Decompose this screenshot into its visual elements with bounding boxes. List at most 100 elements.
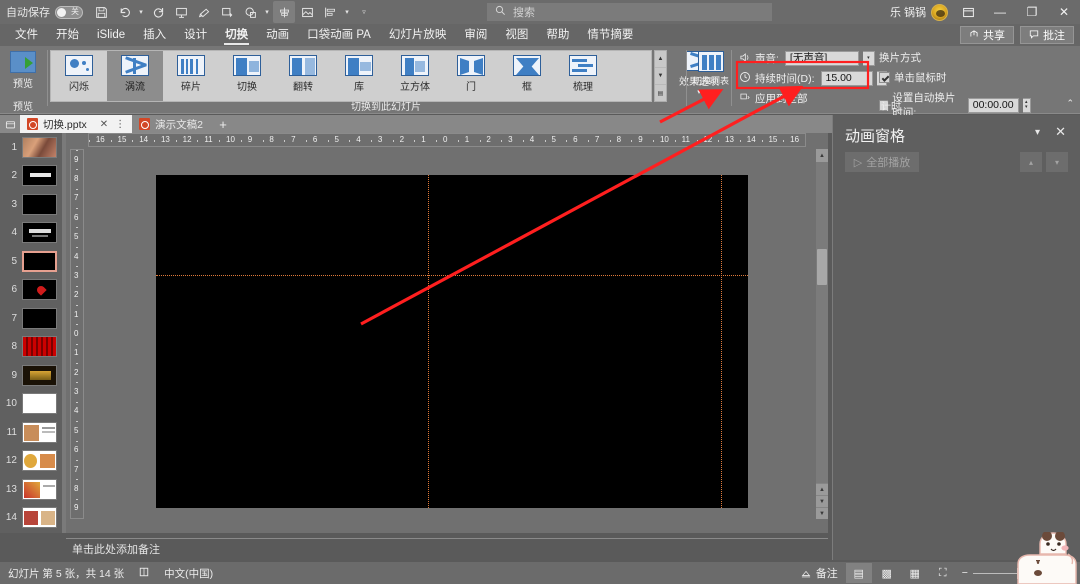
thumbnail-image[interactable] [22, 393, 57, 414]
thumbnail-image[interactable] [22, 251, 57, 272]
format-painter-icon[interactable] [193, 1, 215, 23]
slideshow-button[interactable]: ⛶ [930, 563, 956, 583]
horizontal-guide[interactable] [156, 275, 748, 276]
undo-dropdown-icon[interactable]: ▾ [136, 1, 146, 23]
slide-sorter-button[interactable]: ▩ [874, 563, 900, 583]
doc-tab-active[interactable]: 切换.pptx ✕ ⋮ [20, 115, 132, 133]
tab-islide[interactable]: iSlide [88, 24, 134, 46]
more-commands-icon[interactable]: ▿ [359, 1, 369, 23]
slide-canvas[interactable] [156, 175, 748, 508]
editor-vertical-scrollbar[interactable]: ▲ ▲ ▼ ▼ [816, 149, 828, 519]
export-image-icon[interactable] [216, 1, 238, 23]
account-button[interactable]: 乐 锅锅 [890, 4, 948, 21]
thumbnail-image[interactable] [22, 450, 57, 471]
tab-home-icon[interactable] [0, 115, 20, 133]
tab-storyboard[interactable]: 情节摘要 [578, 24, 642, 46]
move-up-icon[interactable]: ▴ [1020, 152, 1042, 172]
vertical-guide-center[interactable] [428, 175, 429, 508]
comment-button[interactable]: 批注 [1020, 26, 1074, 44]
animation-pane-dropdown-icon[interactable]: ▾ [1035, 127, 1040, 138]
notes-placeholder[interactable]: 单击此处添加备注 [66, 538, 828, 560]
thumbnail-image[interactable] [22, 365, 57, 386]
thumbnail-item[interactable]: 9 [0, 361, 62, 390]
scrollbar-thumb[interactable] [817, 249, 827, 285]
previous-slide-icon[interactable]: ▲ [816, 483, 828, 495]
auto-after-spinner[interactable]: ▴▾ [1023, 98, 1031, 113]
align-center-icon[interactable] [273, 1, 295, 23]
transition-list-caret-icon[interactable]: ▾ [709, 89, 713, 95]
thumbnail-image[interactable] [22, 279, 57, 300]
thumbnail-item[interactable]: 8 [0, 333, 62, 362]
preview-button[interactable]: 预览 [2, 46, 44, 90]
transition-door[interactable]: 门 [443, 51, 499, 101]
gallery-scrollbar[interactable]: ▲ ▼ ▤ [654, 50, 667, 102]
tab-help[interactable]: 帮助 [537, 24, 578, 46]
thumbnail-item[interactable]: 1 [0, 133, 62, 162]
gallery-scroll-up-icon[interactable]: ▲ [655, 51, 666, 68]
zoom-slider-thumb[interactable] [1017, 568, 1021, 579]
maximize-button[interactable]: ❐ [1016, 0, 1048, 24]
duration-input[interactable]: 15.00 [821, 71, 873, 86]
zoom-control[interactable]: − + [958, 567, 1074, 579]
vertical-ruler[interactable]: 9876543210123456789 [70, 149, 84, 519]
thumbnail-image[interactable] [22, 165, 57, 186]
reading-view-button[interactable]: ▦ [902, 563, 928, 583]
apply-all-row[interactable]: 应用到全部 [739, 91, 808, 106]
new-tab-button[interactable]: + [210, 115, 236, 133]
vertical-guide-right[interactable] [721, 175, 722, 508]
transition-comb[interactable]: 梳理 [555, 51, 611, 101]
thumbnail-image[interactable] [22, 194, 57, 215]
sound-select[interactable]: [无声音] [785, 51, 859, 66]
doc-tab-close-icon[interactable]: ✕ [100, 119, 108, 130]
tab-insert[interactable]: 插入 [134, 24, 175, 46]
gallery-scroll-down-icon[interactable]: ▼ [655, 68, 666, 85]
transition-flip[interactable]: 翻转 [275, 51, 331, 101]
thumbnail-item[interactable]: 14 [0, 504, 62, 533]
thumbnail-item[interactable]: 6 [0, 276, 62, 305]
zoom-out-button[interactable]: − [962, 567, 968, 579]
on-click-checkbox[interactable] [879, 72, 890, 83]
sound-dropdown-icon[interactable]: ▾ [863, 51, 875, 66]
collapse-ribbon-icon[interactable]: ⌃ [1066, 98, 1074, 109]
thumbnail-image[interactable] [22, 308, 57, 329]
zoom-in-button[interactable]: + [1064, 567, 1070, 579]
thumbnail-image[interactable] [22, 507, 57, 528]
thumbnail-image[interactable] [22, 422, 57, 443]
notes-button[interactable]: 备注 [794, 563, 844, 583]
thumbnail-item[interactable]: 12 [0, 447, 62, 476]
search-input[interactable]: 搜索 [487, 3, 772, 21]
tab-design[interactable]: 设计 [175, 24, 216, 46]
transition-gallery-item[interactable]: 库 [331, 51, 387, 101]
accessibility-icon[interactable] [138, 566, 150, 581]
auto-after-input[interactable]: 00:00.00 [968, 98, 1019, 113]
transition-flash[interactable]: 闪烁 [51, 51, 107, 101]
tab-pocket-animation[interactable]: 口袋动画 PA [298, 24, 380, 46]
thumbnail-item[interactable]: 2 [0, 162, 62, 191]
thumbnail-item[interactable]: 11 [0, 418, 62, 447]
transition-cube[interactable]: 立方体 [387, 51, 443, 101]
scroll-bottom-buttons[interactable]: ▲ ▼ ▼ [816, 483, 828, 519]
avatar[interactable] [931, 4, 948, 21]
scroll-down-icon[interactable]: ▼ [816, 507, 828, 519]
transition-shred[interactable]: 碎片 [163, 51, 219, 101]
thumbnail-image[interactable] [22, 479, 57, 500]
doc-tab-more-icon[interactable]: ⋮ [115, 119, 125, 130]
align-icon[interactable] [319, 1, 341, 23]
language-indicator[interactable]: 中文(中国) [164, 566, 213, 581]
tab-review[interactable]: 审阅 [455, 24, 496, 46]
play-all-button[interactable]: ▷ 全部播放 [845, 152, 919, 172]
transition-vortex[interactable]: 涡流 [107, 51, 163, 101]
thumbnail-item[interactable]: 3 [0, 190, 62, 219]
share-button[interactable]: 共享 [960, 26, 1014, 44]
shape-dropdown-icon[interactable]: ▾ [262, 1, 272, 23]
normal-view-button[interactable]: ▤ [846, 563, 872, 583]
align-dropdown-icon[interactable]: ▾ [342, 1, 352, 23]
thumbnail-item[interactable]: 4 [0, 219, 62, 248]
ribbon-display-options-icon[interactable] [952, 0, 984, 24]
tab-file[interactable]: 文件 [6, 24, 47, 46]
tab-view[interactable]: 视图 [496, 24, 537, 46]
thumbnail-image[interactable] [22, 336, 57, 357]
shape-icon[interactable] [239, 1, 261, 23]
thumbnail-item[interactable]: 13 [0, 475, 62, 504]
thumbnail-image[interactable] [22, 137, 57, 158]
